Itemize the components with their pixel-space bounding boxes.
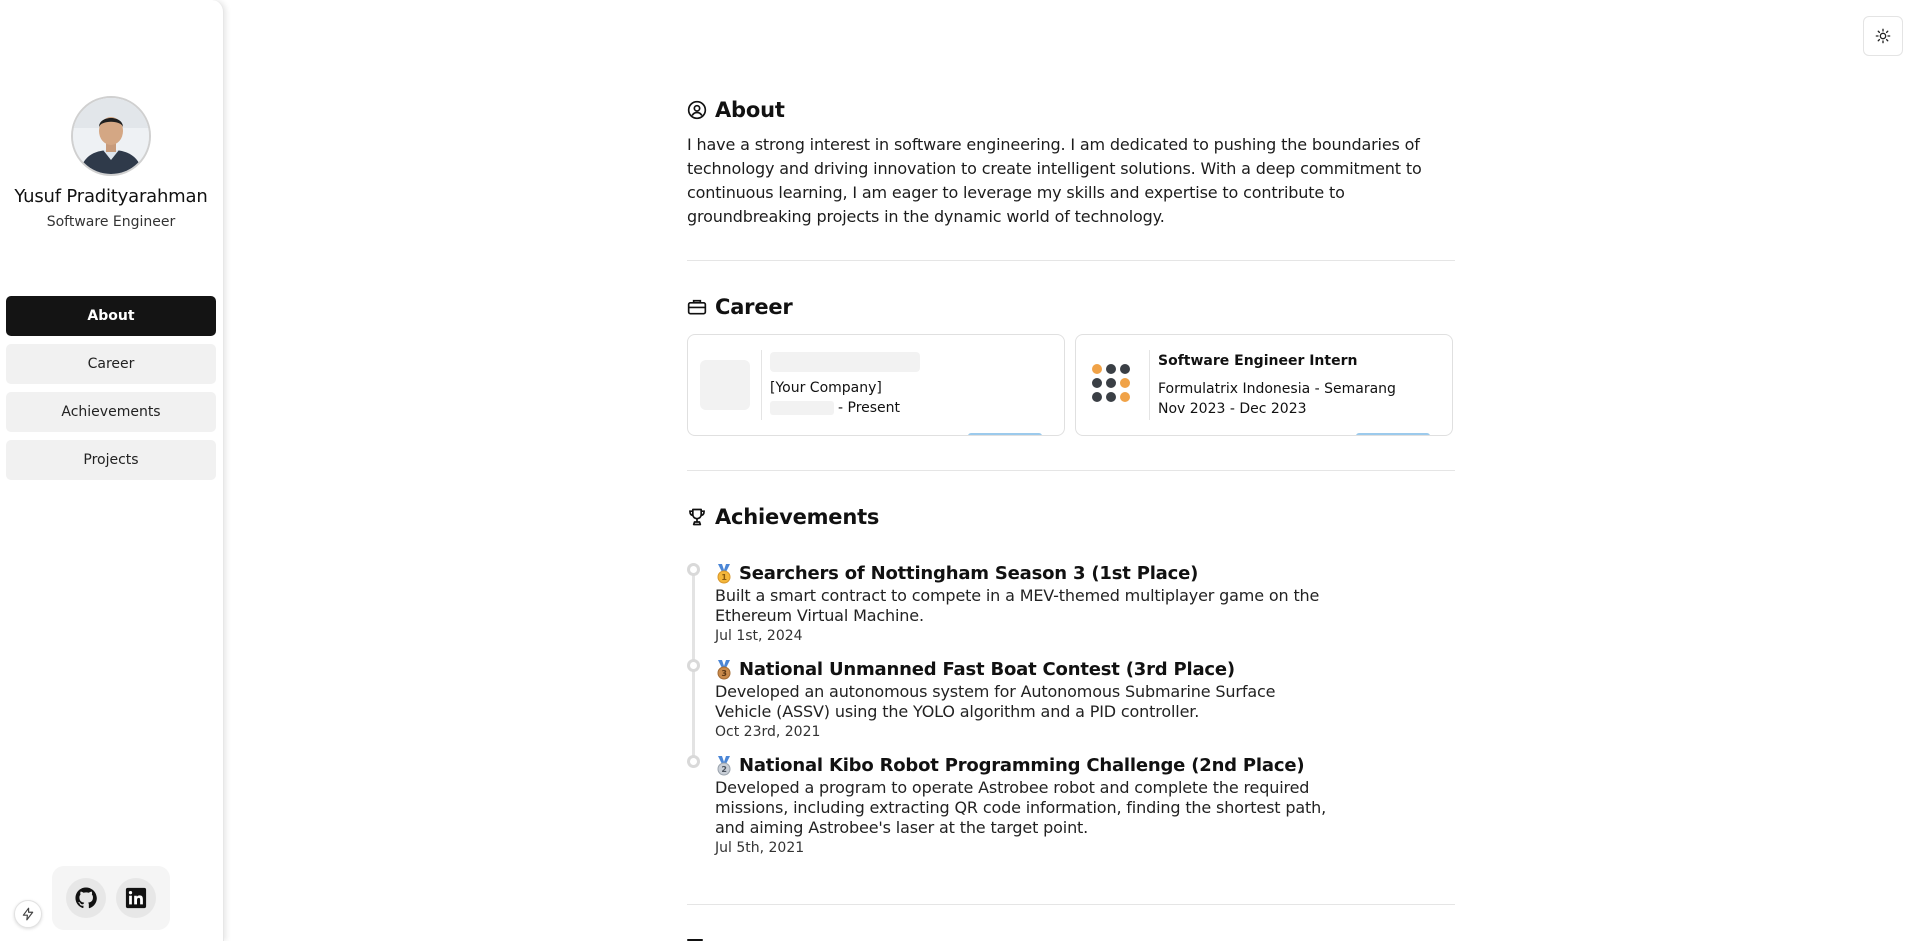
linkedin-button[interactable] [116,878,156,918]
timeline-dot [687,659,700,672]
about-text: I have a strong interest in software eng… [687,135,1422,226]
github-icon [75,887,97,909]
card-accent [1356,433,1430,435]
career-list: [Your Company] - Present Software Engine… [687,334,1455,436]
nav-item-projects[interactable]: Projects [6,440,216,480]
achievements-title: Achievements [715,505,880,529]
avatar [71,96,151,176]
card-accent [968,433,1042,435]
timeline-dot [687,755,700,768]
achievement-description: Developed a program to operate Astrobee … [715,778,1327,837]
job-title: Software Engineer Intern [1158,353,1358,369]
achievements-timeline: 1 Searchers of Nottingham Season 3 (1st … [687,562,1455,858]
achievement-description: Developed an autonomous system for Auton… [715,682,1276,721]
about-section: About I have a strong interest in softwa… [687,95,1455,229]
profile-name: Yusuf Pradityarahman [14,186,208,207]
achievement-item: 3 National Unmanned Fast Boat Contest (3… [687,658,1455,742]
sidebar-nav: About Career Achievements Projects [6,296,216,488]
achievements-section: Achievements 1 Searchers of Nottingham S… [687,502,1455,870]
sun-icon [1875,28,1891,44]
divider [687,260,1455,261]
silver-medal-icon: 2 [717,756,731,776]
user-circle-icon [687,100,707,120]
achievement-date: Jul 5th, 2021 [715,840,805,856]
profile-role: Software Engineer [46,214,176,230]
linkedin-icon [125,887,147,909]
achievement-title-row: 2 National Kibo Robot Programming Challe… [715,754,1455,778]
theme-toggle-button[interactable] [1863,16,1903,56]
career-info: [Your Company] - Present [762,352,920,418]
about-heading: About [687,95,1455,125]
company-name: [Your Company] [770,380,882,396]
achievement-item: 1 Searchers of Nottingham Season 3 (1st … [687,562,1455,646]
achievement-title-row: 1 Searchers of Nottingham Season 3 (1st … [715,562,1455,586]
company-logo-placeholder [688,350,762,420]
svg-text:2: 2 [721,765,726,774]
timeline-dot [687,563,700,576]
career-info: Software Engineer Intern Formulatrix Ind… [1150,351,1396,419]
svg-text:1: 1 [721,573,727,582]
about-title: About [715,98,785,122]
achievement-title: National Unmanned Fast Boat Contest (3rd… [739,659,1235,680]
sidebar: Yusuf Pradityarahman Software Engineer A… [0,0,224,941]
lightning-icon [22,907,34,921]
achievement-description: Built a smart contract to compete in a M… [715,586,1320,625]
career-heading: Career [687,292,1455,322]
achievement-item: 2 National Kibo Robot Programming Challe… [687,754,1455,858]
achievement-date: Oct 23rd, 2021 [715,724,821,740]
bronze-medal-icon: 3 [717,660,731,680]
career-card[interactable]: Software Engineer Intern Formulatrix Ind… [1075,334,1453,436]
company-logo [1076,350,1150,420]
career-period: - Present [770,398,920,418]
svg-text:3: 3 [721,669,726,678]
logo-skeleton [699,360,750,410]
achievement-title: National Kibo Robot Programming Challeng… [739,755,1305,776]
divider [687,904,1455,905]
career-period: Nov 2023 - Dec 2023 [1158,401,1307,417]
briefcase-icon [687,299,707,315]
social-links [52,866,170,930]
divider [687,470,1455,471]
projects-section-peek [687,936,707,941]
achievement-title-row: 3 National Unmanned Fast Boat Contest (3… [715,658,1455,682]
bolt-badge[interactable] [14,900,42,928]
period-text: - Present [838,400,901,416]
formulatrix-logo-icon [1091,364,1130,402]
nav-item-career[interactable]: Career [6,344,216,384]
title-skeleton [770,352,920,372]
trophy-icon [689,508,705,526]
date-skeleton [770,401,834,415]
nav-item-about[interactable]: About [6,296,216,336]
achievement-date: Jul 1st, 2024 [715,628,803,644]
career-section: Career [Your Company] - Present Software… [687,292,1455,436]
career-title: Career [715,295,793,319]
career-card[interactable]: [Your Company] - Present [687,334,1065,436]
github-button[interactable] [66,878,106,918]
nav-item-achievements[interactable]: Achievements [6,392,216,432]
achievements-heading: Achievements [687,502,1455,532]
profile-photo [73,98,149,174]
gold-medal-icon: 1 [717,564,731,584]
achievement-title: Searchers of Nottingham Season 3 (1st Pl… [739,563,1199,584]
company-name: Formulatrix Indonesia - Semarang [1158,381,1396,397]
